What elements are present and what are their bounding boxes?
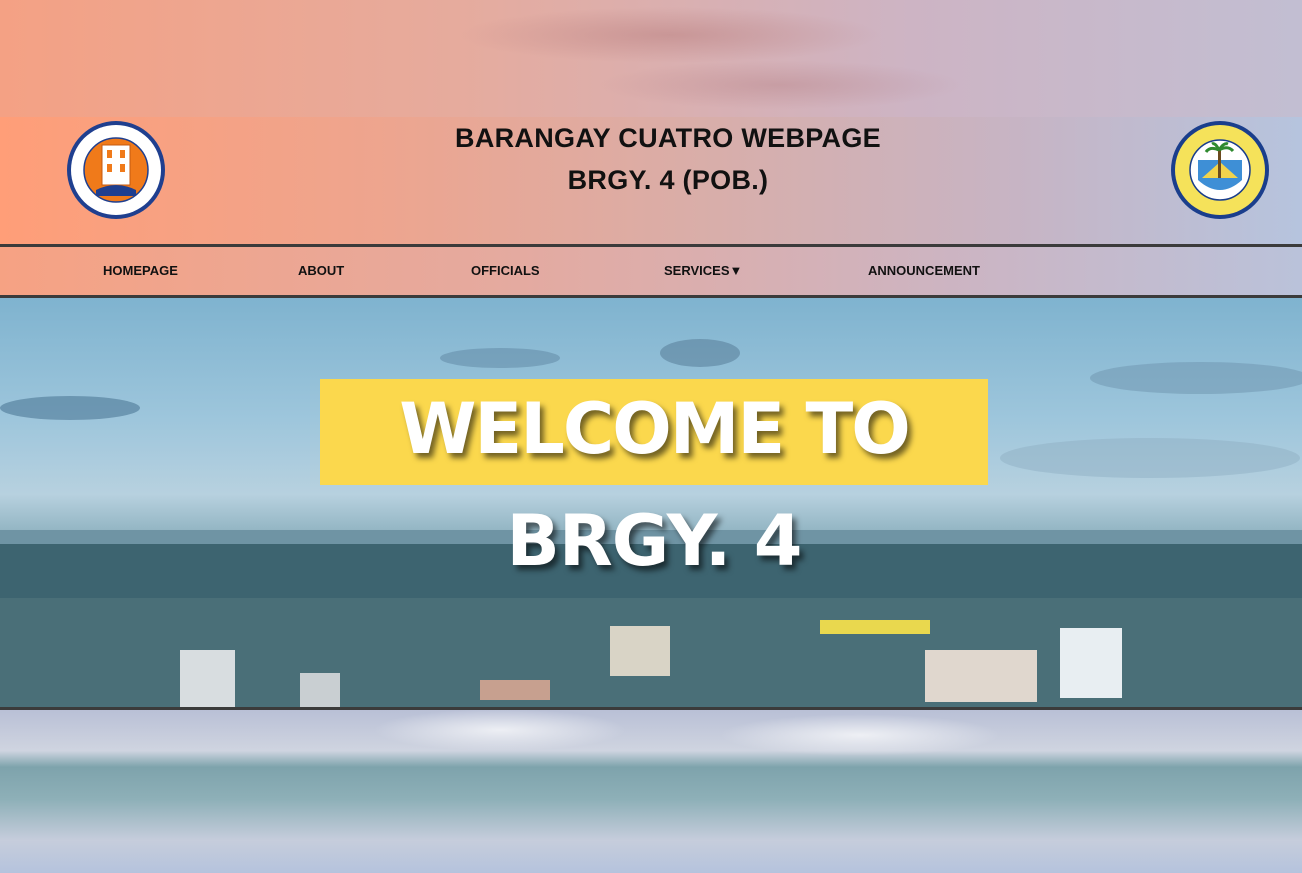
site-header: BARANGAY CUATRO WEBPAGE BRGY. 4 (POB.) [0, 117, 1302, 245]
nav-item-announcement[interactable]: ANNOUNCEMENT [868, 263, 980, 278]
nav-item-homepage[interactable]: HOMEPAGE [103, 263, 178, 278]
main-nav: HOMEPAGE ABOUT OFFICIALS SERVICES▼ ANNOU… [0, 247, 1302, 295]
page-title-line-1: BARANGAY CUATRO WEBPAGE [455, 123, 881, 153]
nav-item-services-dropdown[interactable]: SERVICES▼ [664, 263, 742, 278]
background-blur-bottom [0, 710, 1302, 873]
nav-item-officials[interactable]: OFFICIALS [471, 263, 540, 278]
page-title-line-2: BRGY. 4 (POB.) [567, 165, 769, 195]
nav-item-about[interactable]: ABOUT [298, 263, 344, 278]
hero-heading-line-1: WELCOME TO [399, 388, 911, 470]
hero-heading-line-2: BRGY. 4 [506, 500, 803, 582]
background-blur-top [0, 0, 1302, 117]
city-of-lucena-seal-icon [1170, 120, 1270, 220]
hero-banner: WELCOME TO BRGY. 4 [0, 298, 1302, 707]
